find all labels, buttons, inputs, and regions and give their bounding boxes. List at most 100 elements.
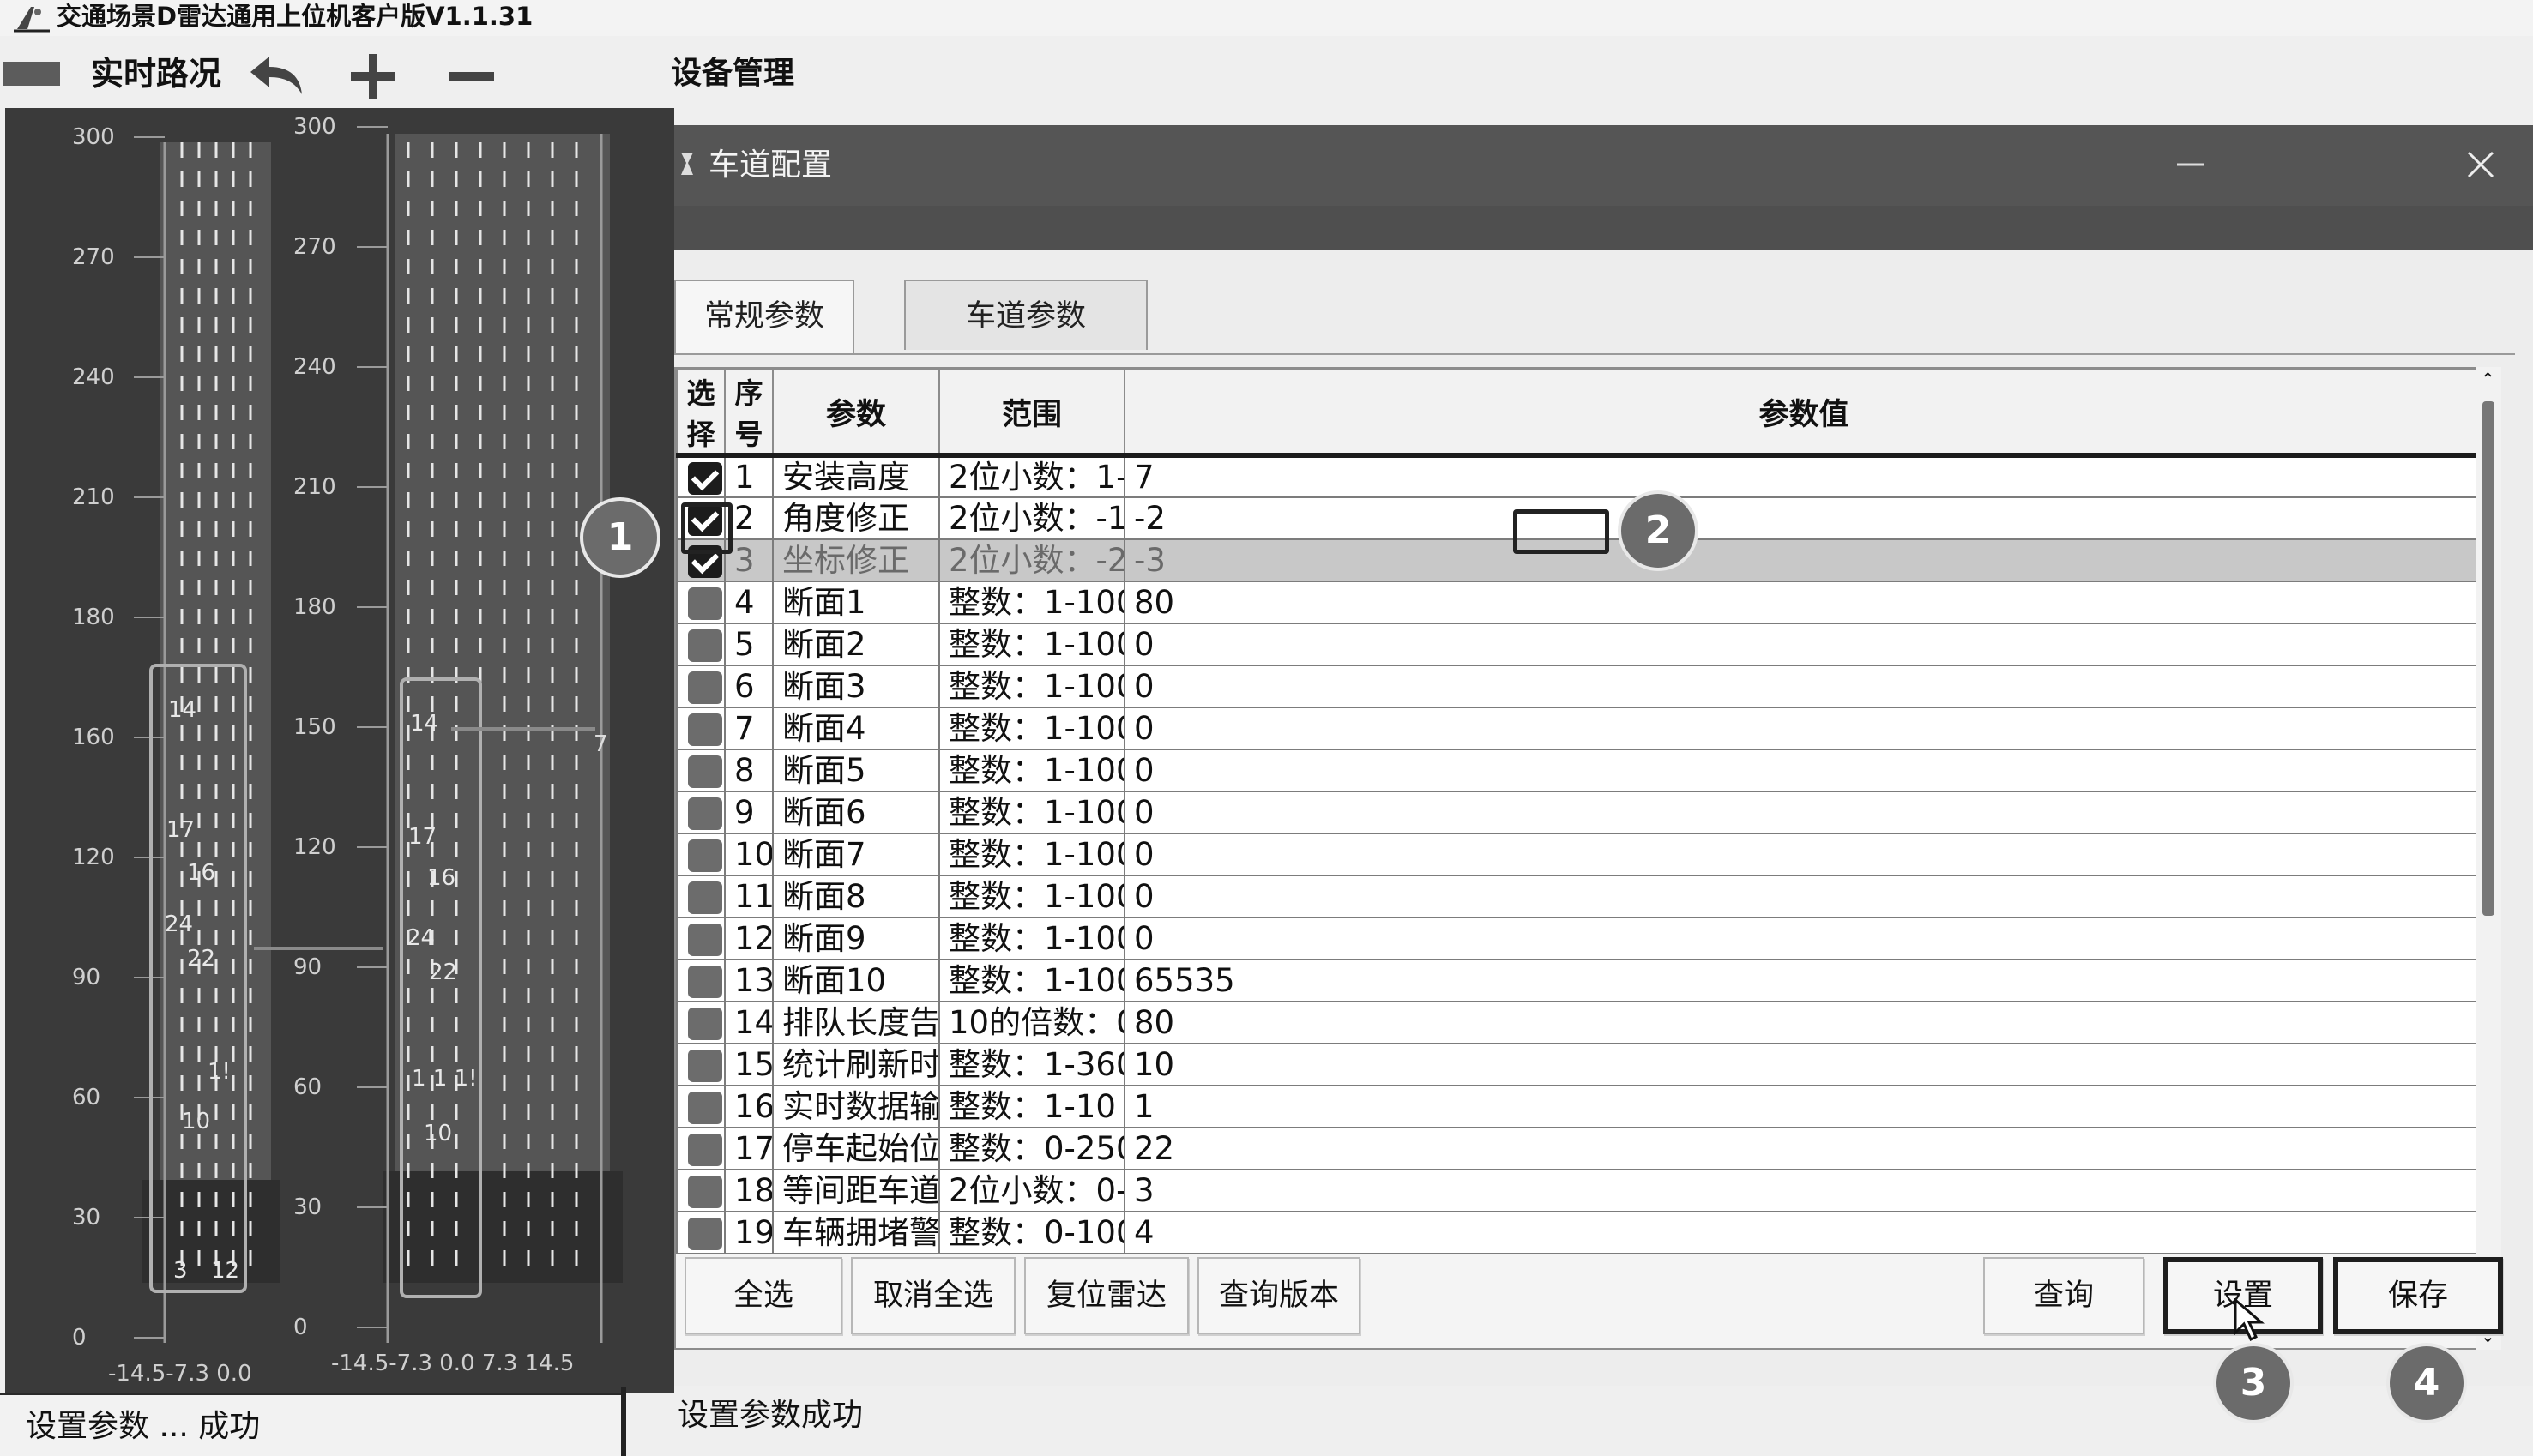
row-range: 整数：1-10 — [938, 1085, 1125, 1128]
tab-general-params[interactable]: 常规参数 — [674, 280, 854, 353]
row-checkbox-cell[interactable] — [676, 1001, 726, 1044]
row-checkbox[interactable] — [688, 966, 722, 998]
row-value[interactable]: -2 — [1124, 496, 2484, 540]
radar-view[interactable]: 300 270 240 210 180 160 120 90 60 30 0 300 270 240 210… — [5, 108, 674, 1393]
col-value[interactable]: 参数值 — [1124, 369, 2484, 458]
table-row[interactable]: 15统计刷新时间整数：1-360010 — [676, 1043, 2484, 1086]
table-row[interactable]: 6断面3整数：1-10000 — [676, 665, 2484, 708]
row-value[interactable]: 80 — [1124, 581, 2484, 624]
table-row[interactable]: 17停车起始位置整数：0-25022 — [676, 1127, 2484, 1170]
row-checkbox[interactable] — [688, 797, 722, 830]
row-checkbox-cell[interactable] — [676, 1169, 726, 1212]
table-row[interactable]: 8断面5整数：1-10000 — [676, 749, 2484, 792]
row-checkbox-cell[interactable] — [676, 707, 726, 750]
save-button[interactable]: 保存 — [2333, 1257, 2503, 1334]
table-row[interactable]: 16实时数据输出周期整数：1-101 — [676, 1085, 2484, 1128]
table-scrollbar[interactable]: ⌃ ⌄ — [2476, 367, 2501, 1350]
row-value[interactable]: 0 — [1124, 707, 2484, 750]
tab-lane-params[interactable]: 车道参数 — [904, 280, 1148, 350]
row-checkbox[interactable] — [688, 713, 722, 746]
row-checkbox-cell[interactable] — [676, 959, 726, 1002]
deselect-all-button[interactable]: 取消全选 — [851, 1257, 1016, 1334]
row-value[interactable]: 0 — [1124, 833, 2484, 876]
row-value[interactable]: 0 — [1124, 917, 2484, 960]
row-value[interactable]: 65535 — [1124, 959, 2484, 1002]
row-checkbox[interactable] — [688, 1092, 722, 1124]
scroll-up-icon[interactable]: ⌃ — [2481, 369, 2495, 389]
scroll-thumb[interactable] — [2482, 401, 2494, 916]
row-checkbox-cell[interactable] — [676, 749, 726, 792]
table-row[interactable]: 5断面2整数：1-10000 — [676, 623, 2484, 666]
row-checkbox-cell[interactable] — [676, 1211, 726, 1254]
row-value[interactable]: 0 — [1124, 749, 2484, 792]
row-checkbox-cell[interactable] — [676, 1127, 726, 1170]
table-row[interactable]: 18等间距车道宽度2位小数：0-43 — [676, 1169, 2484, 1212]
row-checkbox[interactable] — [688, 881, 722, 914]
table-row[interactable]: 7断面4整数：1-10000 — [676, 707, 2484, 750]
row-index: 6 — [724, 665, 774, 708]
menu-bar-icon[interactable] — [3, 62, 60, 86]
table-row[interactable]: 9断面6整数：1-10000 — [676, 791, 2484, 834]
value-highlight — [1513, 509, 1609, 554]
col-param[interactable]: 参数 — [772, 369, 940, 458]
row-checkbox[interactable] — [688, 1050, 722, 1082]
row-checkbox-cell[interactable] — [676, 833, 726, 876]
select-all-button[interactable]: 全选 — [685, 1257, 842, 1334]
row-checkbox[interactable] — [688, 1008, 722, 1040]
row-value[interactable]: 4 — [1124, 1211, 2484, 1254]
row-checkbox[interactable] — [688, 1134, 722, 1166]
row-value[interactable]: 22 — [1124, 1127, 2484, 1170]
query-version-button[interactable]: 查询版本 — [1197, 1257, 1360, 1334]
row-checkbox-cell[interactable] — [676, 665, 726, 708]
zoom-out-icon[interactable] — [446, 51, 498, 103]
row-checkbox[interactable] — [688, 924, 722, 956]
row-checkbox[interactable] — [688, 1218, 722, 1250]
realtime-traffic-tab[interactable]: 实时路况 — [91, 53, 221, 94]
y-tick-left: 160 — [72, 725, 115, 750]
row-value[interactable]: 0 — [1124, 875, 2484, 918]
row-checkbox[interactable] — [688, 755, 722, 788]
row-value[interactable]: 3 — [1124, 1169, 2484, 1212]
query-button[interactable]: 查询 — [1983, 1257, 2144, 1334]
undo-icon[interactable] — [247, 51, 307, 98]
row-value[interactable]: 0 — [1124, 791, 2484, 834]
row-checkbox-cell[interactable] — [676, 791, 726, 834]
table-row[interactable]: 1安装高度2位小数：1-107 — [676, 454, 2484, 498]
row-value[interactable]: 0 — [1124, 665, 2484, 708]
table-row[interactable]: 10断面7整数：1-10000 — [676, 833, 2484, 876]
row-checkbox[interactable] — [688, 1176, 722, 1208]
zoom-in-icon[interactable] — [347, 51, 399, 103]
row-checkbox-cell[interactable] — [676, 875, 726, 918]
table-row[interactable]: 14排队长度告警阈值10的倍数：0-8080 — [676, 1001, 2484, 1044]
row-value[interactable]: 10 — [1124, 1043, 2484, 1086]
minimize-icon[interactable] — [2174, 147, 2208, 182]
table-row[interactable]: 13断面10整数：1-100065535 — [676, 959, 2484, 1002]
row-checkbox[interactable] — [688, 671, 722, 704]
col-range[interactable]: 范围 — [938, 369, 1125, 458]
row-checkbox-cell[interactable] — [676, 1043, 726, 1086]
table-row[interactable]: 4断面1整数：1-100080 — [676, 581, 2484, 624]
row-checkbox[interactable] — [688, 587, 722, 620]
row-checkbox-cell[interactable] — [676, 1085, 726, 1128]
device-management-tab[interactable]: 设备管理 — [671, 53, 794, 94]
row-checkbox[interactable] — [688, 462, 722, 495]
row-checkbox-cell[interactable] — [676, 623, 726, 666]
row-value[interactable]: 0 — [1124, 623, 2484, 666]
row-checkbox[interactable] — [688, 839, 722, 872]
radar-canvas[interactable]: 3002702402101801601209060300300270240210… — [5, 108, 674, 1393]
col-select[interactable]: 选择 — [676, 369, 726, 458]
row-checkbox-cell[interactable] — [676, 917, 726, 960]
col-index[interactable]: 序号 — [724, 369, 774, 458]
table-row[interactable]: 12断面9整数：1-10000 — [676, 917, 2484, 960]
row-value[interactable]: 80 — [1124, 1001, 2484, 1044]
row-value[interactable]: 7 — [1124, 454, 2484, 498]
row-checkbox-cell[interactable] — [676, 581, 726, 624]
row-checkbox[interactable] — [688, 629, 722, 662]
reset-radar-button[interactable]: 复位雷达 — [1024, 1257, 1189, 1334]
row-checkbox-cell[interactable] — [676, 454, 726, 498]
table-row[interactable]: 19车辆拥堵警报阈值整数：0-1004 — [676, 1211, 2484, 1254]
row-value[interactable]: 1 — [1124, 1085, 2484, 1128]
table-row[interactable]: 11断面8整数：1-10000 — [676, 875, 2484, 918]
row-value[interactable]: -3 — [1124, 538, 2484, 582]
close-icon[interactable] — [2464, 147, 2498, 182]
